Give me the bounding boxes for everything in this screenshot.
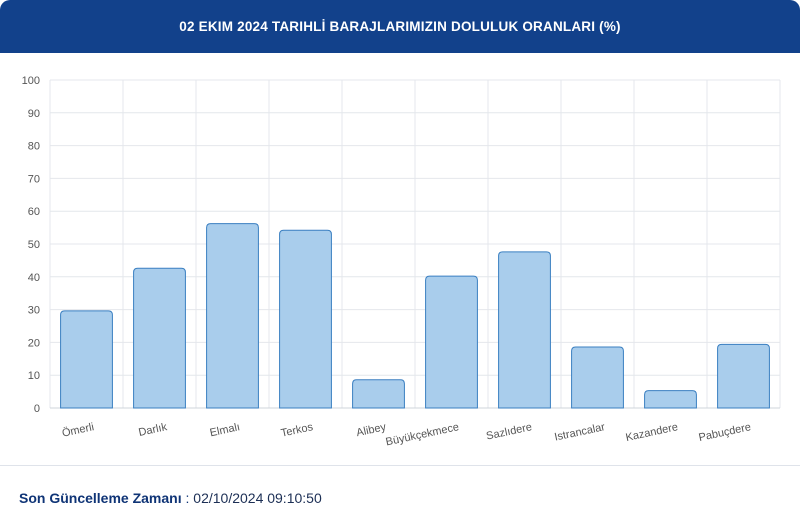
x-tick-label: Pabuçdere <box>698 421 753 444</box>
bar <box>425 275 478 409</box>
x-tick-label: Alibey <box>355 421 387 439</box>
y-axis-ticks: 0 10 20 30 40 50 60 70 80 90 100 <box>22 75 40 415</box>
y-tick-label: 0 <box>34 403 40 415</box>
y-tick-label: 20 <box>28 337 40 349</box>
y-tick-label: 80 <box>28 141 40 153</box>
last-update-value: 02/10/2024 09:10:50 <box>193 490 322 506</box>
x-tick-label: Ömerli <box>61 421 95 439</box>
x-tick-label: Terkos <box>280 421 315 440</box>
y-tick-label: 10 <box>28 370 40 382</box>
bar <box>717 343 770 409</box>
chart-area: 0 10 20 30 40 50 60 70 80 90 100 Ömerli Darlık Elmal… <box>0 53 800 465</box>
y-tick-label: 70 <box>28 173 40 185</box>
bar <box>352 379 405 409</box>
x-tick-label: Büyükçekmece <box>385 421 460 448</box>
bar <box>644 390 697 409</box>
last-update-label: Son Güncelleme Zamanı <box>19 490 182 506</box>
x-tick-label: Elmalı <box>209 421 241 439</box>
x-axis-labels: Ömerli Darlık Elmalı Terkos AlibeyBüyükçekme… <box>61 421 752 448</box>
bar <box>133 267 186 409</box>
bar <box>206 223 259 409</box>
chart-card: 02 EKIM 2024 TARIHLİ BARAJLARIMIZIN DOLU… <box>0 0 800 529</box>
y-tick-label: 40 <box>28 272 40 284</box>
y-tick-label: 90 <box>28 108 40 120</box>
x-tick-label: Kazandere <box>625 421 680 444</box>
chart-title: 02 EKIM 2024 TARIHLİ BARAJLARIMIZIN DOLU… <box>179 19 621 34</box>
bar-chart: 0 10 20 30 40 50 60 70 80 90 100 Ömerli Darlık Elmal… <box>22 75 781 448</box>
y-tick-label: 60 <box>28 206 40 218</box>
bar <box>279 229 332 409</box>
x-tick-label: Istrancalar <box>553 421 606 443</box>
y-tick-label: 100 <box>22 75 40 87</box>
footer-divider <box>0 465 800 466</box>
bar <box>498 251 551 409</box>
last-update: Son Güncelleme Zamanı : 02/10/2024 09:10… <box>19 490 322 506</box>
chart-header: 02 EKIM 2024 TARIHLİ BARAJLARIMIZIN DOLU… <box>0 0 800 53</box>
x-tick-label: Darlık <box>138 421 169 439</box>
y-tick-label: 30 <box>28 305 40 317</box>
bar <box>571 346 624 409</box>
last-update-separator: : <box>181 490 194 506</box>
y-tick-label: 50 <box>28 239 40 251</box>
x-tick-label: Sazlıdere <box>485 421 533 442</box>
bar <box>60 310 113 409</box>
